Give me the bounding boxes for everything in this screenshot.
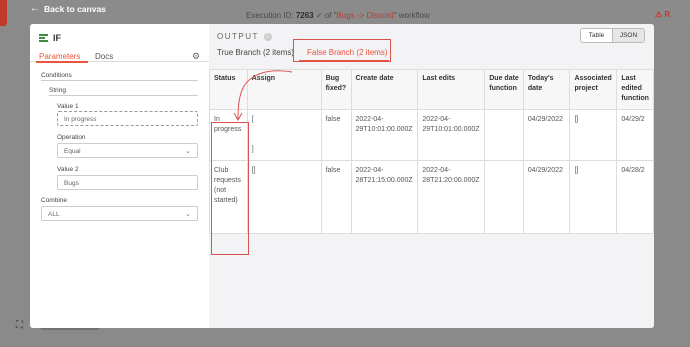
tab-docs[interactable]: Docs xyxy=(95,52,113,61)
chevron-down-icon: ⌄ xyxy=(185,148,191,155)
back-label: Back to canvas xyxy=(44,3,106,14)
value1-input[interactable]: In progress xyxy=(57,111,198,126)
annotation-arrow xyxy=(233,70,293,122)
column-header: Create date xyxy=(350,69,419,110)
value1-label: Value 1 xyxy=(57,103,79,110)
workflow-name[interactable]: Bugs -> Discord xyxy=(337,11,394,20)
view-toggle: Table JSON xyxy=(580,28,645,43)
active-tab-indicator xyxy=(36,61,88,63)
status-column-highlight xyxy=(211,122,249,255)
combine-label: Combine xyxy=(41,197,68,204)
node-details-modal: IF Parameters Docs ⚙ Conditions String V… xyxy=(30,24,654,328)
table-cell: false xyxy=(320,160,352,234)
table-cell: 2022-04-29T10:01:00.000Z xyxy=(417,109,486,161)
table-cell: 04/28/2 xyxy=(616,160,654,234)
table-view-button[interactable]: Table xyxy=(581,29,613,42)
active-branch-indicator xyxy=(299,60,389,61)
table-cell: [] xyxy=(569,160,618,234)
table-row: Club requests (not started) [] false 202… xyxy=(209,160,654,234)
table-cell xyxy=(484,109,524,161)
parameters-panel: IF Parameters Docs ⚙ Conditions String V… xyxy=(30,24,209,328)
column-header: Last edited function xyxy=(616,69,654,110)
column-header: Last edits xyxy=(417,69,486,110)
json-view-button[interactable]: JSON xyxy=(613,29,644,42)
column-header: Due date function xyxy=(484,69,524,110)
table-cell: 2022-04-28T21:20:00.000Z xyxy=(417,160,486,234)
table-cell: 2022-04-28T21:15:00.000Z xyxy=(350,160,419,234)
canvas-edge-marker xyxy=(0,0,7,26)
tab-true-branch[interactable]: True Branch (2 items) xyxy=(217,48,294,57)
table-cell: [] xyxy=(246,160,322,234)
table-cell: [] xyxy=(569,109,618,161)
gear-icon[interactable]: ⚙ xyxy=(192,51,200,62)
output-header: OUTPUT i xyxy=(217,32,272,41)
table-cell: 04/29/2022 xyxy=(522,160,571,234)
check-icon: ✓ xyxy=(315,11,323,20)
info-icon[interactable]: i xyxy=(263,32,272,41)
tab-parameters[interactable]: Parameters xyxy=(39,52,80,61)
warning-indicator[interactable]: ⚠ R xyxy=(655,10,670,19)
chevron-down-icon: ⌄ xyxy=(185,211,191,218)
value2-input[interactable]: Bugs xyxy=(57,175,198,190)
value2-label: Value 2 xyxy=(57,166,79,173)
node-title[interactable]: IF xyxy=(53,33,61,43)
node-header: IF xyxy=(39,33,61,43)
string-label: String xyxy=(49,87,66,94)
combine-select[interactable]: ALL ⌄ xyxy=(41,206,198,221)
execution-info: Execution ID: 7263 ✓ of "Bugs -> Discord… xyxy=(246,11,430,20)
table-cell: 04/29/2022 xyxy=(522,109,571,161)
divider xyxy=(49,95,198,96)
table-cell: 04/29/2 xyxy=(616,109,654,161)
operation-select[interactable]: Equal ⌄ xyxy=(57,143,198,158)
operation-label: Operation xyxy=(57,134,86,141)
execution-id: 7263 xyxy=(295,11,314,20)
if-node-icon xyxy=(39,33,48,43)
conditions-label: Conditions xyxy=(41,72,72,79)
table-cell: 2022-04-29T10:01:00.000Z xyxy=(350,109,419,161)
tab-false-branch[interactable]: False Branch (2 items) xyxy=(307,48,387,57)
table-cell xyxy=(484,160,524,234)
arrow-left-icon: ← xyxy=(30,3,40,14)
divider xyxy=(41,80,198,81)
expand-icon[interactable]: ⛶ xyxy=(16,320,23,331)
panel-tabs: Parameters Docs xyxy=(30,48,209,63)
column-header: Today's date xyxy=(522,69,571,110)
column-header: Associated project xyxy=(569,69,618,110)
back-to-canvas-button[interactable]: ← Back to canvas xyxy=(30,3,106,14)
